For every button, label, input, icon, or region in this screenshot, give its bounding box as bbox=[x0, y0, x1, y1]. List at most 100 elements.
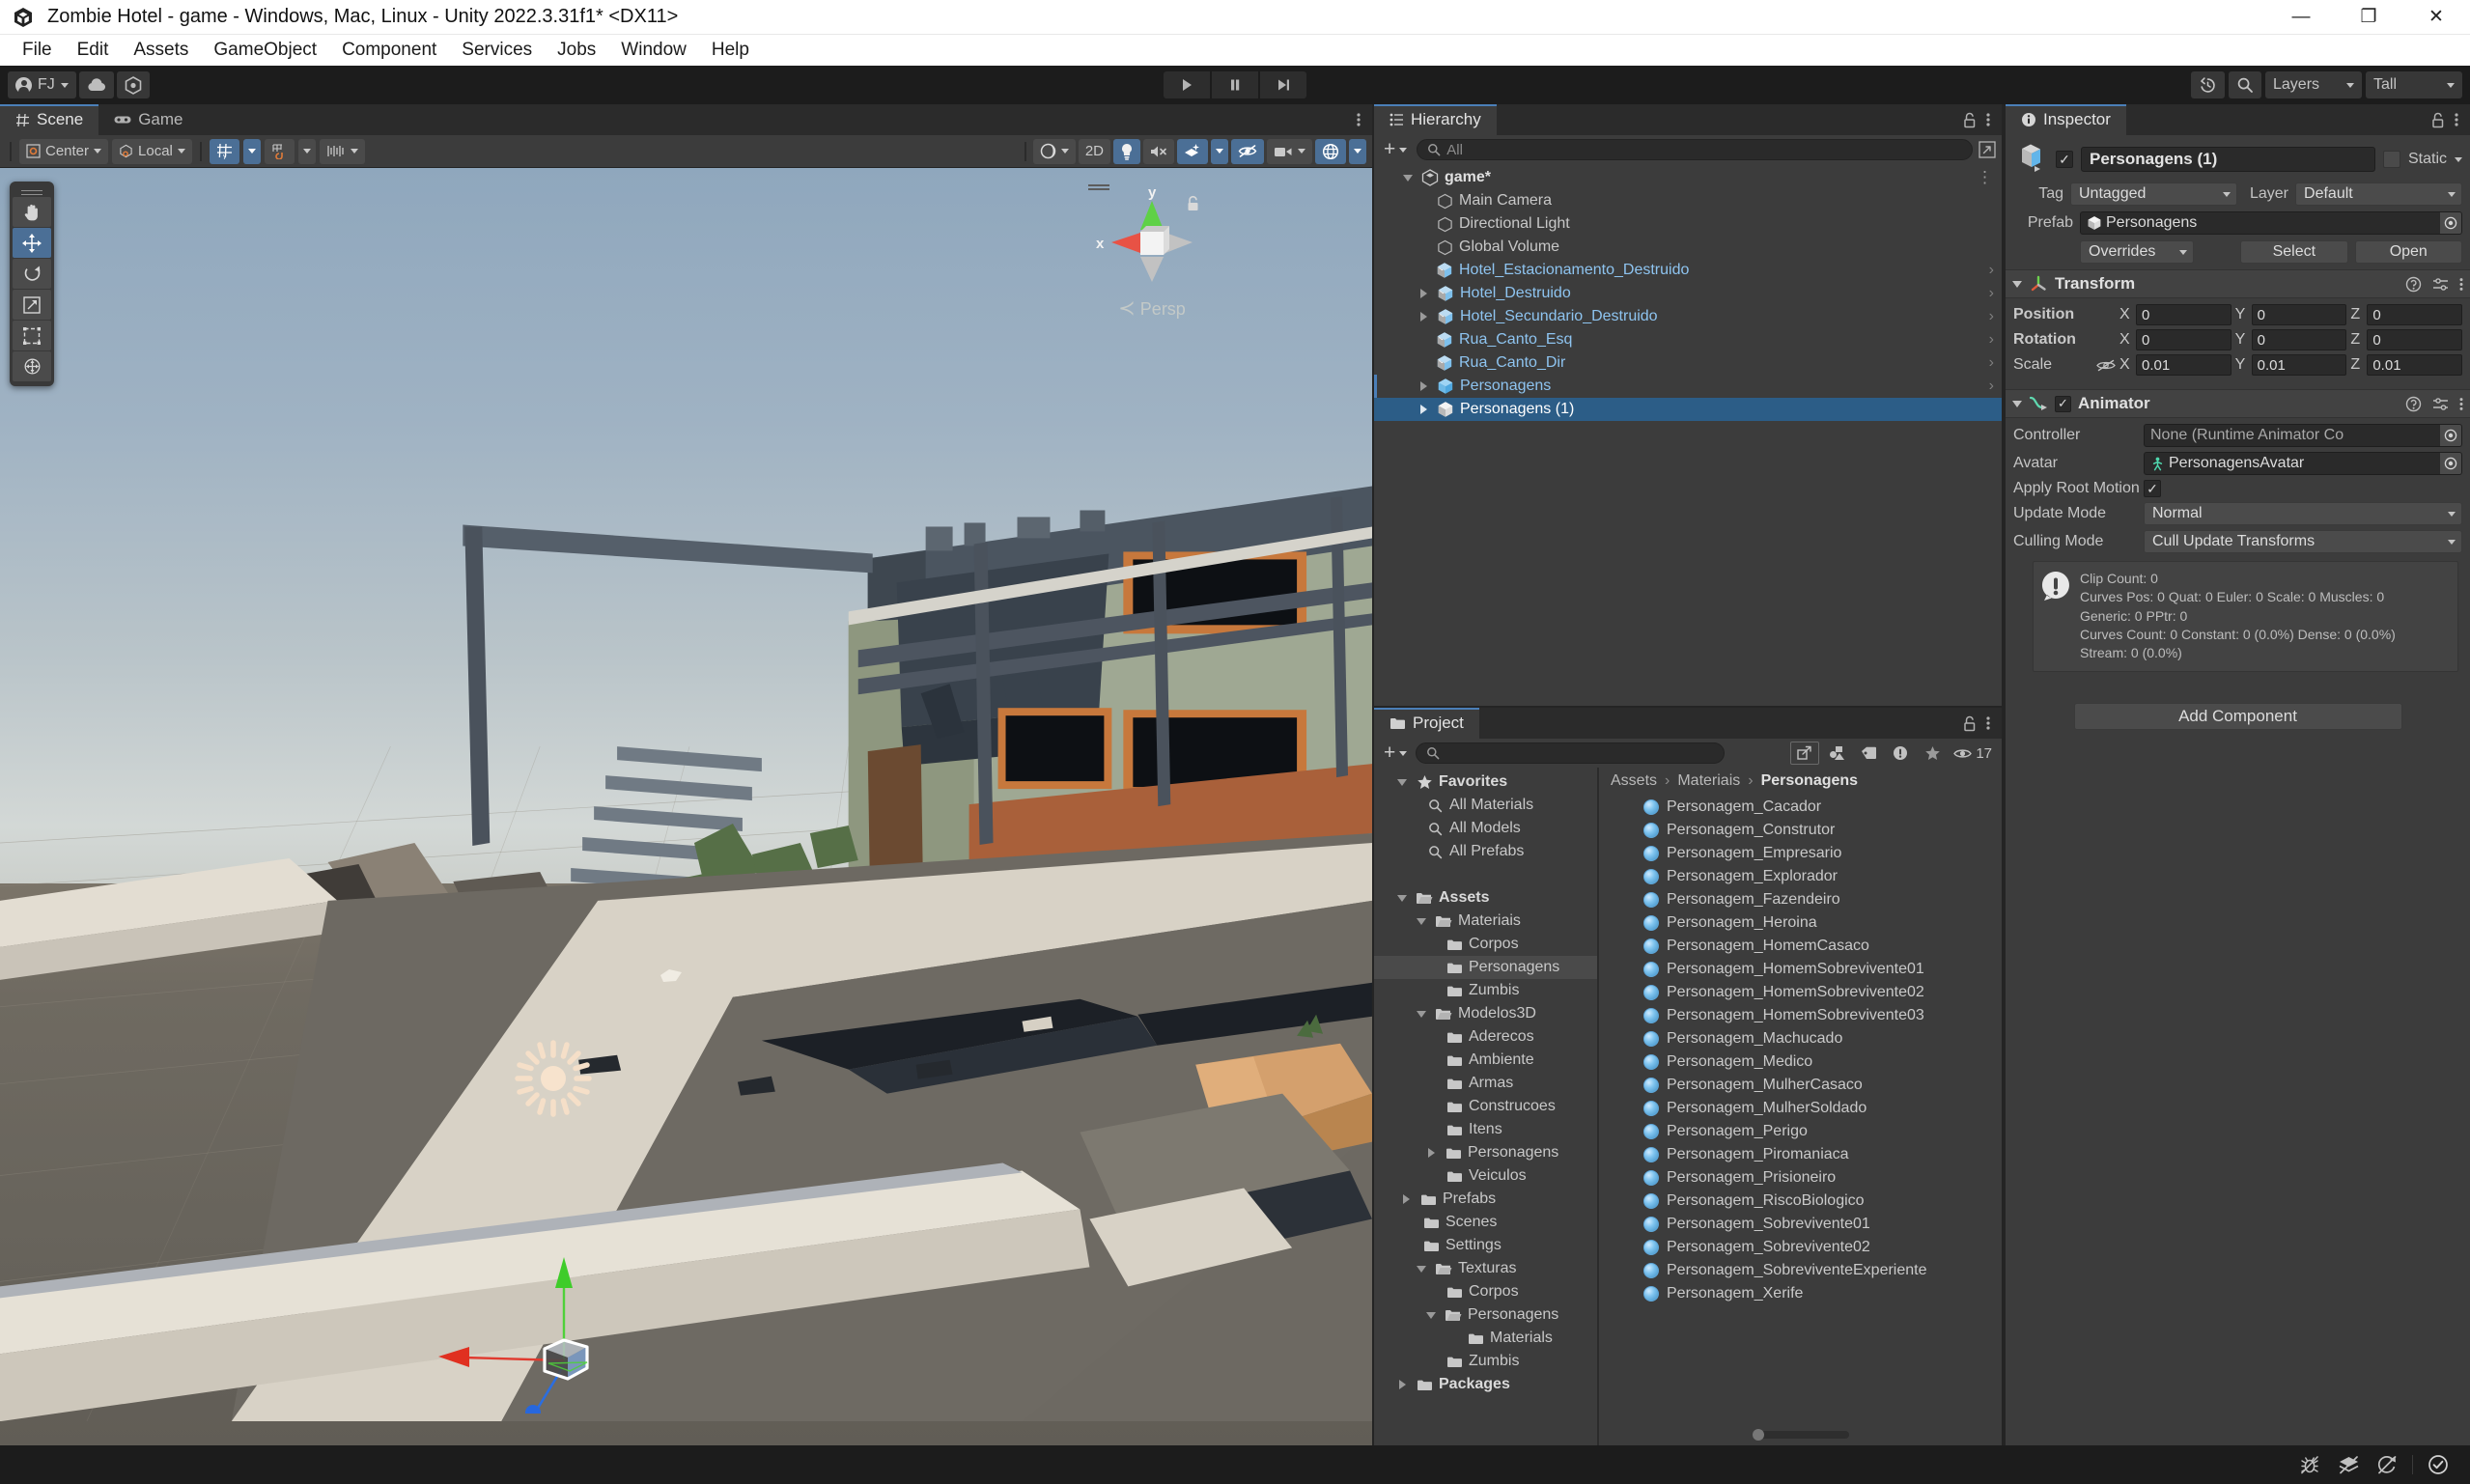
open-button[interactable]: Open bbox=[2354, 240, 2462, 264]
hierarchy-row-scene-game[interactable]: game* ⋮ bbox=[1374, 166, 2002, 189]
tab-game[interactable]: Game bbox=[98, 104, 198, 135]
asset-row[interactable]: Personagem_RiscoBiologico bbox=[1599, 1190, 2002, 1213]
window-maximize-button[interactable]: ❐ bbox=[2335, 0, 2402, 35]
hierarchy-row-hotel-estacionamento[interactable]: Hotel_Estacionamento_Destruido › bbox=[1374, 259, 2002, 282]
project-row-prefabs[interactable]: Prefabs bbox=[1374, 1188, 1597, 1211]
transform-tool-button[interactable] bbox=[13, 351, 51, 381]
toolbar-search-button[interactable] bbox=[2229, 71, 2261, 98]
object-name-field[interactable]: Personagens (1) bbox=[2081, 147, 2375, 172]
layout-dropdown[interactable]: Tall bbox=[2366, 71, 2462, 98]
menu-help[interactable]: Help bbox=[699, 35, 762, 66]
kebab-menu-icon[interactable] bbox=[2455, 112, 2458, 127]
undo-history-button[interactable] bbox=[2191, 71, 2225, 98]
tab-scene[interactable]: Scene bbox=[0, 104, 99, 135]
project-row-aderecos[interactable]: Aderecos bbox=[1374, 1025, 1597, 1049]
breadcrumb-assets[interactable]: Assets bbox=[1611, 772, 1657, 790]
project-row-construcoes[interactable]: Construcoes bbox=[1374, 1095, 1597, 1118]
project-row-all-models[interactable]: All Models bbox=[1374, 817, 1597, 840]
check-circle-icon[interactable] bbox=[2420, 1450, 2456, 1479]
project-row-scenes[interactable]: Scenes bbox=[1374, 1211, 1597, 1234]
kebab-menu-icon[interactable] bbox=[1986, 112, 1990, 127]
hierarchy-row-rua-canto-esq[interactable]: Rua_Canto_Esq › bbox=[1374, 328, 2002, 351]
scroll-knob[interactable] bbox=[1752, 1429, 1764, 1441]
project-row-materiais-personagens[interactable]: Personagens bbox=[1374, 956, 1597, 979]
project-row-assets[interactable]: Assets bbox=[1374, 886, 1597, 910]
unity-services-button[interactable] bbox=[116, 71, 150, 98]
asset-row[interactable]: Personagem_SobreviventeExperiente bbox=[1599, 1259, 2002, 1282]
project-row-packages[interactable]: Packages bbox=[1374, 1373, 1597, 1396]
animator-enabled-checkbox[interactable]: ✓ bbox=[2055, 395, 2071, 412]
project-row-materiais-zumbis[interactable]: Zumbis bbox=[1374, 979, 1597, 1002]
project-row-texturas-zumbis[interactable]: Zumbis bbox=[1374, 1350, 1597, 1373]
rotation-x-input[interactable]: 0 bbox=[2136, 329, 2231, 350]
window-close-button[interactable]: ✕ bbox=[2402, 0, 2470, 35]
apply-root-motion-checkbox[interactable]: ✓ bbox=[2144, 480, 2161, 497]
scene-camera-dropdown[interactable] bbox=[1267, 138, 1312, 164]
asset-row[interactable]: Personagem_Sobrevivente02 bbox=[1599, 1236, 2002, 1259]
avatar-object-field[interactable]: PersonagensAvatar bbox=[2144, 452, 2462, 475]
warning-filter-button[interactable] bbox=[1886, 742, 1915, 765]
hierarchy-expand-icon[interactable] bbox=[1979, 141, 1996, 158]
scene-orientation-gizmo[interactable]: y x ≺ Persp bbox=[1084, 182, 1220, 326]
expand-toggle[interactable] bbox=[1398, 1194, 1414, 1204]
expand-toggle[interactable] bbox=[1400, 174, 1416, 182]
expand-toggle[interactable] bbox=[1423, 1311, 1439, 1319]
position-z-input[interactable]: 0 bbox=[2367, 304, 2463, 325]
chevron-right-icon[interactable]: › bbox=[1989, 331, 1994, 349]
lighting-toggle[interactable] bbox=[1113, 138, 1140, 164]
menu-edit[interactable]: Edit bbox=[65, 35, 122, 66]
pivot-mode-dropdown[interactable]: Center bbox=[19, 138, 109, 164]
preset-icon[interactable] bbox=[2432, 397, 2449, 411]
expand-toggle[interactable] bbox=[1416, 289, 1431, 298]
breadcrumb-materiais[interactable]: Materiais bbox=[1677, 772, 1740, 790]
asset-row[interactable]: Personagem_HomemSobrevivente02 bbox=[1599, 981, 2002, 1004]
kebab-menu-icon[interactable] bbox=[1986, 715, 1990, 731]
expand-toggle[interactable] bbox=[1414, 917, 1429, 925]
project-row-ambiente[interactable]: Ambiente bbox=[1374, 1049, 1597, 1072]
rotate-tool-button[interactable] bbox=[13, 259, 51, 289]
move-tool-button[interactable] bbox=[13, 228, 51, 258]
asset-row[interactable]: Personagem_Prisioneiro bbox=[1599, 1166, 2002, 1190]
static-checkbox[interactable] bbox=[2382, 151, 2400, 168]
expand-toggle[interactable] bbox=[1423, 1148, 1439, 1158]
expand-toggle[interactable] bbox=[1394, 894, 1410, 902]
gizmos-dropdown[interactable] bbox=[1349, 138, 1366, 164]
position-x-input[interactable]: 0 bbox=[2136, 304, 2231, 325]
menu-gameobject[interactable]: GameObject bbox=[201, 35, 329, 66]
asset-row[interactable]: Personagem_Sobrevivente01 bbox=[1599, 1213, 2002, 1236]
hidden-objects-toggle[interactable] bbox=[1231, 138, 1264, 164]
prefab-object-field[interactable]: Personagens bbox=[2080, 211, 2462, 235]
surface-snap-dropdown[interactable] bbox=[297, 138, 316, 164]
grid-snap-toggle[interactable]: y bbox=[209, 138, 239, 164]
project-row-veiculos[interactable]: Veiculos bbox=[1374, 1164, 1597, 1188]
help-icon[interactable] bbox=[2405, 276, 2422, 293]
expand-toggle[interactable] bbox=[1414, 1265, 1429, 1273]
palette-drag-handle[interactable] bbox=[13, 185, 51, 196]
project-row-materiais[interactable]: Materiais bbox=[1374, 910, 1597, 933]
project-visible-count[interactable]: 17 bbox=[1950, 745, 1996, 762]
project-row-armas[interactable]: Armas bbox=[1374, 1072, 1597, 1095]
audio-toggle[interactable] bbox=[1143, 138, 1174, 164]
gizmos-toggle[interactable] bbox=[1315, 138, 1346, 164]
asset-row[interactable]: Personagem_MulherCasaco bbox=[1599, 1074, 2002, 1097]
tab-inspector[interactable]: Inspector bbox=[2006, 104, 2126, 135]
asset-row[interactable]: Personagem_HomemSobrevivente01 bbox=[1599, 958, 2002, 981]
prefab-variant-icon[interactable] bbox=[2013, 142, 2048, 177]
asset-row[interactable]: Personagem_Fazendeiro bbox=[1599, 888, 2002, 911]
rotation-z-input[interactable]: 0 bbox=[2367, 329, 2463, 350]
project-scrollbar[interactable] bbox=[1599, 1424, 2002, 1445]
layers-dropdown[interactable]: Layers bbox=[2265, 71, 2362, 98]
cloud-button[interactable] bbox=[78, 71, 114, 98]
asset-row[interactable]: Personagem_Piromaniaca bbox=[1599, 1143, 2002, 1166]
culling-mode-dropdown[interactable]: Cull Update Transforms bbox=[2144, 530, 2462, 553]
asset-row[interactable]: Personagem_HomemCasaco bbox=[1599, 935, 2002, 958]
asset-row[interactable]: Personagem_Xerife bbox=[1599, 1282, 2002, 1305]
tab-hierarchy[interactable]: Hierarchy bbox=[1374, 104, 1497, 135]
scale-x-input[interactable]: 0.01 bbox=[2136, 354, 2231, 376]
hand-tool-button[interactable] bbox=[13, 197, 51, 227]
project-row-itens[interactable]: Itens bbox=[1374, 1118, 1597, 1141]
menu-jobs[interactable]: Jobs bbox=[545, 35, 608, 66]
chevron-right-icon[interactable]: › bbox=[1989, 262, 1994, 279]
project-row-texturas-personagens[interactable]: Personagens bbox=[1374, 1303, 1597, 1327]
expand-toggle[interactable] bbox=[1416, 381, 1431, 391]
